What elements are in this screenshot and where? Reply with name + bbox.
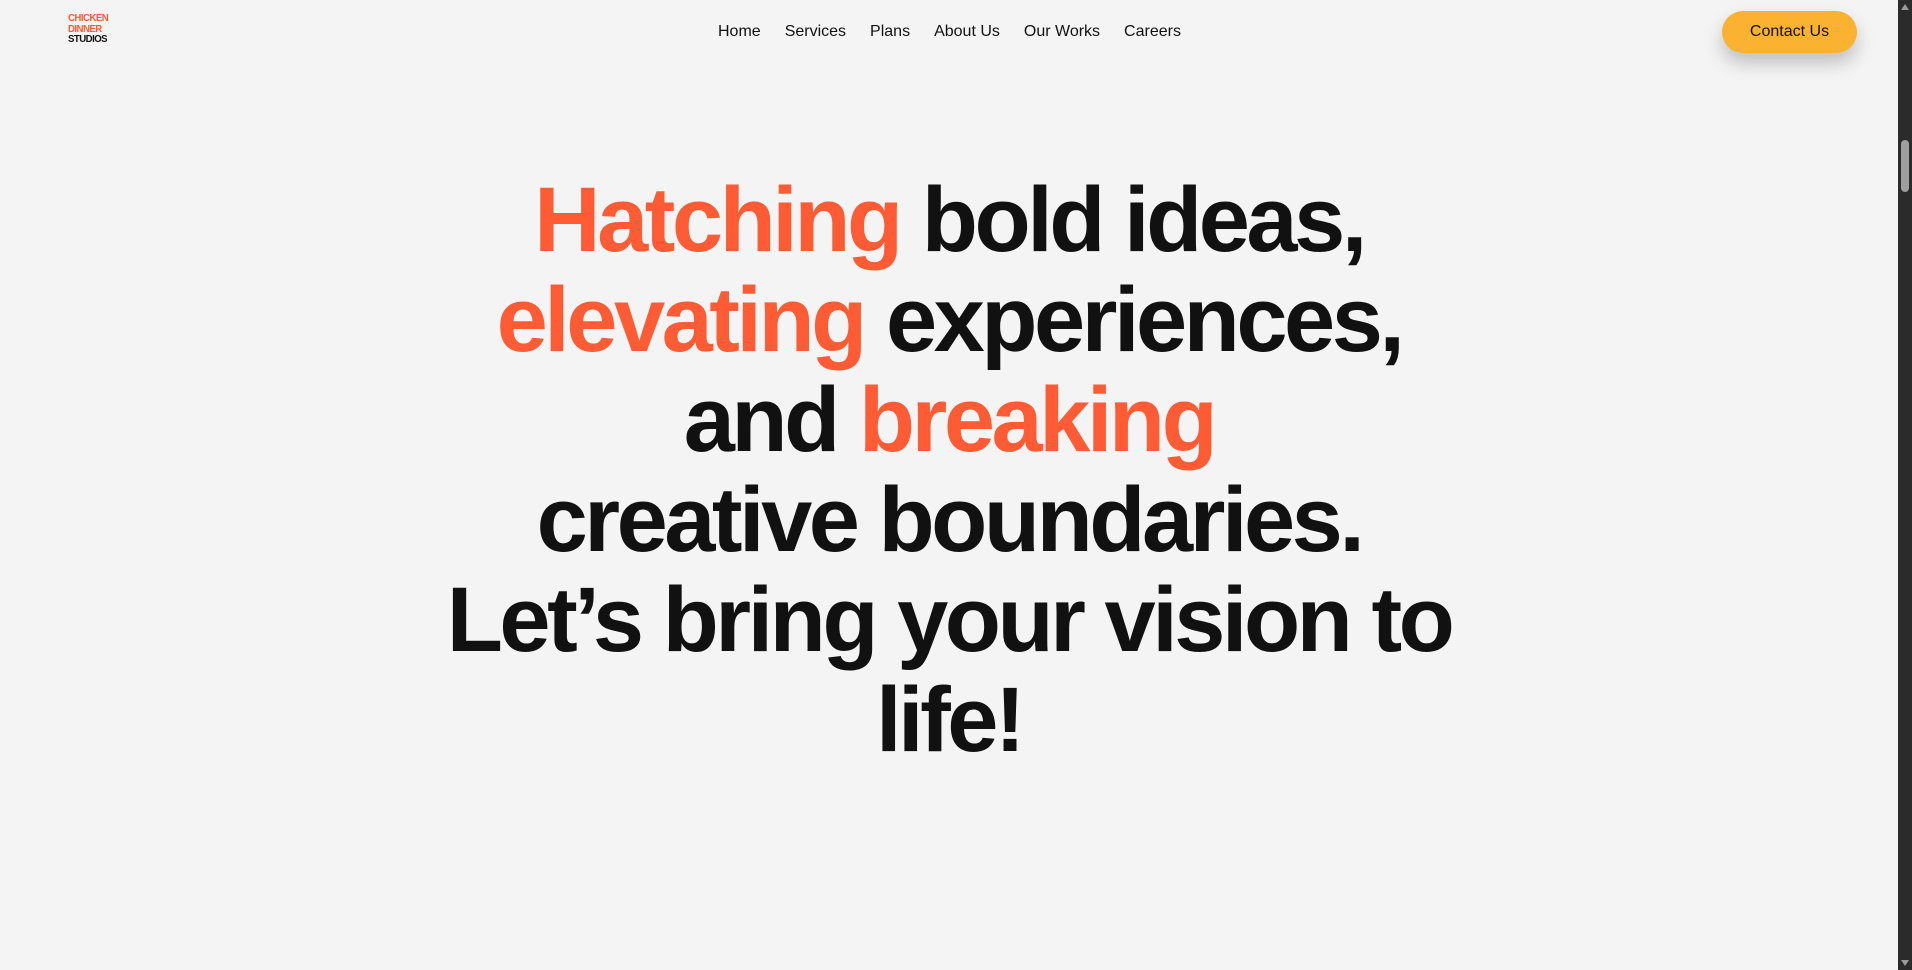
nav-item-plans[interactable]: Plans bbox=[870, 22, 910, 42]
nav-item-services[interactable]: Services bbox=[785, 22, 846, 42]
hero-accent-breaking: breaking bbox=[858, 369, 1218, 471]
hero-line-2: elevating experiences, bbox=[0, 270, 1898, 370]
vertical-scrollbar[interactable] bbox=[1898, 0, 1912, 970]
scroll-up-arrow-icon[interactable] bbox=[1901, 4, 1909, 10]
hero-text-bold-ideas: bold ideas, bbox=[899, 169, 1368, 271]
logo-line-studios: STUDIOS bbox=[68, 33, 108, 45]
nav-item-our-works[interactable]: Our Works bbox=[1024, 22, 1100, 42]
hero-text-experiences: experiences, bbox=[863, 269, 1405, 371]
site-header: CHICKEN DINNER STUDIOS Home Services Pla… bbox=[0, 0, 1898, 64]
nav-item-home[interactable]: Home bbox=[718, 22, 761, 42]
hero-line-5: Let’s bring your vision to bbox=[446, 569, 1455, 671]
hero-text-and: and bbox=[683, 369, 859, 471]
hero-line-4: creative boundaries. bbox=[536, 469, 1365, 571]
nav-item-careers[interactable]: Careers bbox=[1124, 22, 1181, 42]
hero-heading: Hatching bold ideas, elevating experienc… bbox=[0, 170, 1898, 770]
contact-us-button[interactable]: Contact Us bbox=[1722, 11, 1857, 53]
hero-line-3: and breaking bbox=[0, 370, 1898, 470]
nav-item-about-us[interactable]: About Us bbox=[934, 22, 1000, 42]
scroll-down-arrow-icon[interactable] bbox=[1901, 960, 1909, 966]
page: CHICKEN DINNER STUDIOS Home Services Pla… bbox=[0, 0, 1898, 970]
main-nav: Home Services Plans About Us Our Works C… bbox=[718, 22, 1205, 42]
hero-line-6: life! bbox=[875, 669, 1026, 771]
hero-accent-elevating: elevating bbox=[496, 269, 868, 371]
scrollbar-thumb[interactable] bbox=[1901, 140, 1909, 192]
logo-line-chicken: CHICKEN bbox=[68, 12, 109, 24]
logo[interactable]: CHICKEN DINNER STUDIOS bbox=[68, 13, 112, 45]
hero-line-1: Hatching bold ideas, bbox=[0, 170, 1898, 270]
hero-accent-hatching: Hatching bbox=[534, 169, 903, 271]
